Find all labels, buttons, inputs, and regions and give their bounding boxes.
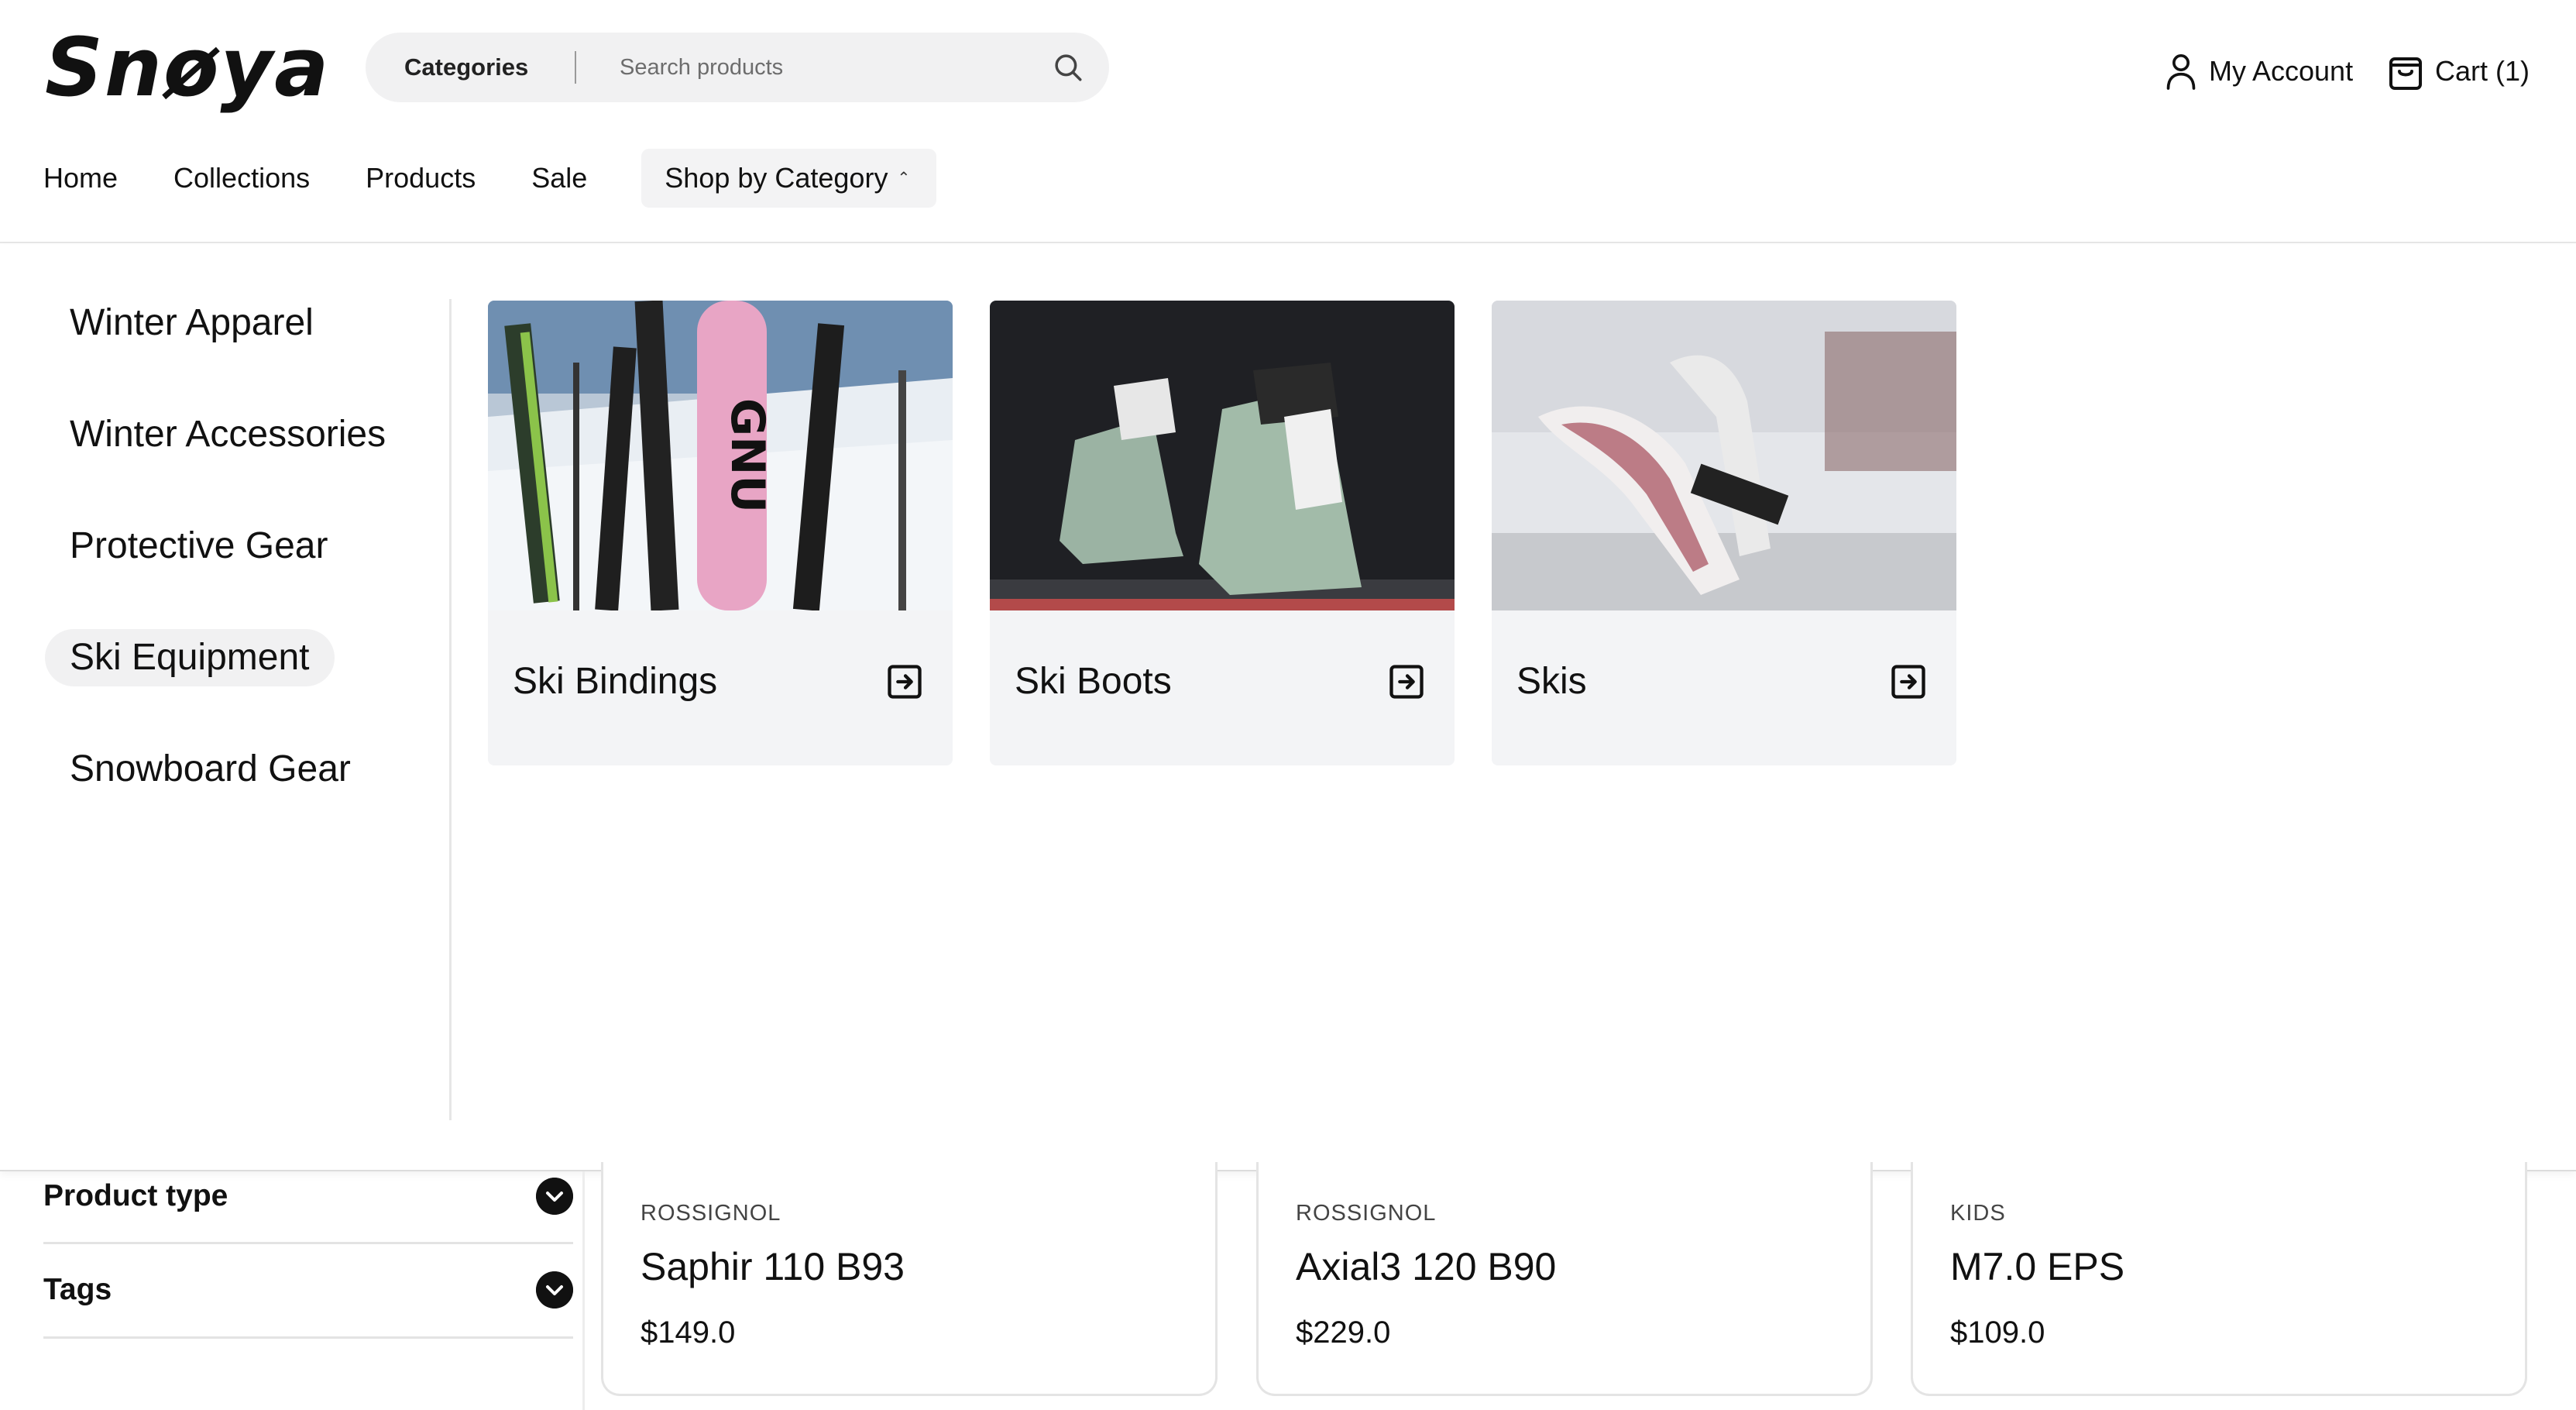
ski-bindings-image: GNU [488, 301, 953, 610]
product-brand: ROSSIGNOL [641, 1201, 781, 1226]
nav-sale[interactable]: Sale [531, 149, 587, 208]
filter-label: Tags [43, 1273, 112, 1306]
search-input[interactable] [620, 44, 1022, 91]
category-snowboard-gear[interactable]: Snowboard Gear [45, 741, 376, 798]
menu-divider [449, 299, 452, 1120]
user-icon [2166, 54, 2196, 90]
search-bar: Categories [366, 33, 1109, 102]
arrow-right-square-icon[interactable] [884, 662, 925, 702]
category-winter-accessories[interactable]: Winter Accessories [45, 406, 410, 463]
subcategory-card-ski-boots[interactable]: Ski Boots [990, 301, 1455, 765]
sidebar-divider [582, 1171, 585, 1410]
card-title: Skis [1516, 661, 1587, 702]
mega-menu: Winter Apparel Winter Accessories Protec… [0, 245, 2576, 1171]
product-brand: ROSSIGNOL [1296, 1201, 1437, 1226]
category-list: Winter Apparel Winter Accessories Protec… [45, 294, 448, 852]
chevron-down-icon[interactable] [536, 1178, 573, 1215]
filter-product-type[interactable]: Product type [43, 1171, 573, 1244]
chevron-down-icon[interactable] [536, 1271, 573, 1309]
product-name[interactable]: Axial3 120 B90 [1296, 1244, 1556, 1289]
product-price: $229.0 [1296, 1315, 1391, 1350]
nav-shop-by-category[interactable]: Shop by Category ⌃ [641, 149, 937, 208]
arrow-right-square-icon[interactable] [1888, 662, 1929, 702]
shopping-bag-icon [2389, 57, 2422, 90]
svg-text:GNU: GNU [720, 398, 775, 513]
filter-sidebar: Product type Tags [43, 1171, 573, 1339]
product-card[interactable]: KIDS M7.0 EPS $109.0 [1911, 1162, 2527, 1396]
arrow-right-square-icon[interactable] [1386, 662, 1427, 702]
shop-by-category-label: Shop by Category [665, 162, 888, 194]
store-logo[interactable]: Snøya [45, 17, 330, 118]
category-winter-apparel[interactable]: Winter Apparel [45, 294, 338, 352]
subcategory-card-ski-bindings[interactable]: GNU Ski Bindings [488, 301, 953, 765]
site-header: Snøya Categories My Account Cart (1) Hom… [0, 0, 2576, 243]
chevron-up-icon: ⌃ [897, 170, 911, 187]
product-name[interactable]: Saphir 110 B93 [641, 1244, 905, 1289]
nav-products[interactable]: Products [366, 149, 476, 208]
product-price: $109.0 [1950, 1315, 2045, 1350]
cart-label: Cart (1) [2435, 55, 2530, 87]
filter-tags[interactable]: Tags [43, 1244, 573, 1339]
ski-boots-image [990, 301, 1455, 610]
my-account-label: My Account [2209, 55, 2354, 87]
card-title: Ski Bindings [513, 661, 718, 702]
my-account-link[interactable]: My Account [2164, 48, 2353, 95]
search-icon[interactable] [1052, 51, 1084, 84]
nav-home[interactable]: Home [43, 149, 118, 208]
category-ski-equipment[interactable]: Ski Equipment [45, 629, 335, 686]
category-protective-gear[interactable]: Protective Gear [45, 518, 352, 575]
search-divider [575, 51, 576, 84]
product-price: $149.0 [641, 1315, 736, 1350]
product-card[interactable]: ROSSIGNOL Saphir 110 B93 $149.0 [601, 1162, 1218, 1396]
categories-dropdown[interactable]: Categories [404, 33, 528, 102]
product-card[interactable]: ROSSIGNOL Axial3 120 B90 $229.0 [1256, 1162, 1873, 1396]
subcategory-card-skis[interactable]: Skis [1492, 301, 1956, 765]
skis-image [1492, 301, 1956, 610]
product-name[interactable]: M7.0 EPS [1950, 1244, 2124, 1289]
main-nav: Home Collections Products Sale Shop by C… [43, 149, 992, 208]
nav-collections[interactable]: Collections [173, 149, 310, 208]
cart-link[interactable]: Cart (1) [2387, 48, 2530, 95]
card-title: Ski Boots [1015, 661, 1172, 702]
filter-label: Product type [43, 1179, 228, 1212]
product-brand: KIDS [1950, 1201, 2006, 1226]
